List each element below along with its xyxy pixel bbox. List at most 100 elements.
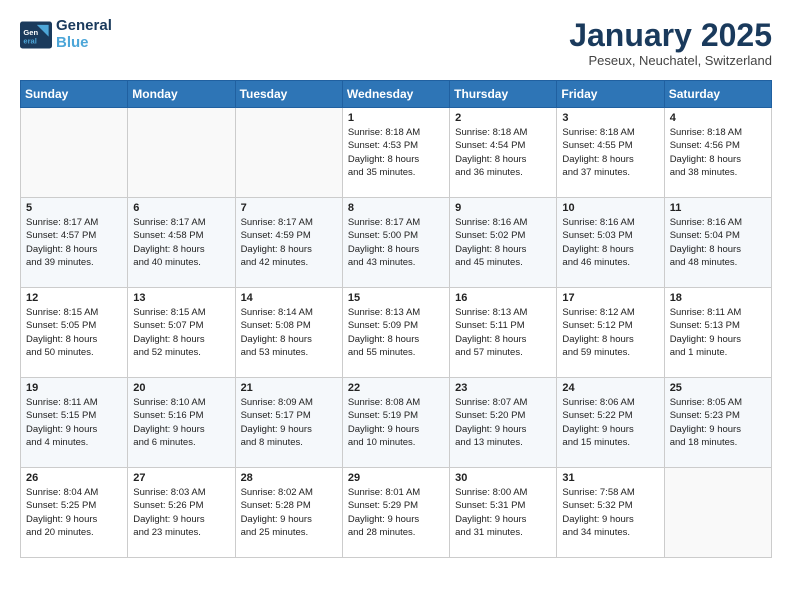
day-info: Sunrise: 8:17 AM Sunset: 5:00 PM Dayligh…	[348, 216, 444, 269]
day-cell: 22 Sunrise: 8:08 AM Sunset: 5:19 PM Dayli…	[342, 378, 449, 468]
day-cell: 28 Sunrise: 8:02 AM Sunset: 5:28 PM Dayli…	[235, 468, 342, 558]
day-number: 8	[348, 202, 444, 214]
day-cell: 20Sunrise: 8:10 AM Sunset: 5:16 PM Dayli…	[128, 378, 235, 468]
week-row-4: 19 Sunrise: 8:11 AM Sunset: 5:15 PM Dayli…	[21, 378, 772, 468]
header-row: SundayMondayTuesdayWednesdayThursdayFrid…	[21, 81, 772, 108]
day-info: Sunrise: 8:11 AM Sunset: 5:15 PM Dayligh…	[26, 396, 122, 449]
day-cell: 7 Sunrise: 8:17 AM Sunset: 4:59 PM Daylig…	[235, 198, 342, 288]
day-number: 29	[348, 472, 444, 484]
day-info: Sunrise: 8:13 AM Sunset: 5:09 PM Dayligh…	[348, 306, 444, 359]
day-info: Sunrise: 8:17 AM Sunset: 4:58 PM Dayligh…	[133, 216, 229, 269]
day-cell	[664, 468, 771, 558]
day-cell: 1Sunrise: 8:18 AM Sunset: 4:53 PM Daylig…	[342, 108, 449, 198]
day-cell: 29 Sunrise: 8:01 AM Sunset: 5:29 PM Dayli…	[342, 468, 449, 558]
day-number: 27	[133, 472, 229, 484]
day-cell	[235, 108, 342, 198]
day-number: 30	[455, 472, 551, 484]
day-number: 17	[562, 292, 658, 304]
day-cell: 4Sunrise: 8:18 AM Sunset: 4:56 PM Daylig…	[664, 108, 771, 198]
day-info: Sunrise: 8:01 AM Sunset: 5:29 PM Dayligh…	[348, 486, 444, 539]
day-info: Sunrise: 8:18 AM Sunset: 4:54 PM Dayligh…	[455, 126, 551, 179]
day-info: Sunrise: 8:17 AM Sunset: 4:57 PM Dayligh…	[26, 216, 122, 269]
day-cell: 25 Sunrise: 8:05 AM Sunset: 5:23 PM Dayli…	[664, 378, 771, 468]
logo-text: General Blue	[56, 18, 112, 51]
day-cell: 2 Sunrise: 8:18 AM Sunset: 4:54 PM Daylig…	[450, 108, 557, 198]
day-number: 12	[26, 292, 122, 304]
day-cell: 11 Sunrise: 8:16 AM Sunset: 5:04 PM Dayli…	[664, 198, 771, 288]
week-row-3: 12 Sunrise: 8:15 AM Sunset: 5:05 PM Dayli…	[21, 288, 772, 378]
location: Peseux, Neuchatel, Switzerland	[569, 53, 772, 68]
day-number: 25	[670, 382, 766, 394]
day-info: Sunrise: 8:08 AM Sunset: 5:19 PM Dayligh…	[348, 396, 444, 449]
day-number: 6	[133, 202, 229, 214]
day-cell: 15 Sunrise: 8:13 AM Sunset: 5:09 PM Dayli…	[342, 288, 449, 378]
day-info: Sunrise: 8:16 AM Sunset: 5:04 PM Dayligh…	[670, 216, 766, 269]
col-header-sunday: Sunday	[21, 81, 128, 108]
day-cell: 12 Sunrise: 8:15 AM Sunset: 5:05 PM Dayli…	[21, 288, 128, 378]
col-header-friday: Friday	[557, 81, 664, 108]
week-row-2: 5 Sunrise: 8:17 AM Sunset: 4:57 PM Daylig…	[21, 198, 772, 288]
day-info: Sunrise: 8:12 AM Sunset: 5:12 PM Dayligh…	[562, 306, 658, 359]
day-number: 5	[26, 202, 122, 214]
day-number: 28	[241, 472, 337, 484]
day-cell: 17 Sunrise: 8:12 AM Sunset: 5:12 PM Dayli…	[557, 288, 664, 378]
day-info: Sunrise: 8:18 AM Sunset: 4:53 PM Dayligh…	[348, 126, 444, 179]
day-cell: 18 Sunrise: 8:11 AM Sunset: 5:13 PM Dayli…	[664, 288, 771, 378]
day-info: Sunrise: 8:14 AM Sunset: 5:08 PM Dayligh…	[241, 306, 337, 359]
day-cell: 19 Sunrise: 8:11 AM Sunset: 5:15 PM Dayli…	[21, 378, 128, 468]
day-info: Sunrise: 8:02 AM Sunset: 5:28 PM Dayligh…	[241, 486, 337, 539]
day-info: Sunrise: 8:06 AM Sunset: 5:22 PM Dayligh…	[562, 396, 658, 449]
day-cell: 5 Sunrise: 8:17 AM Sunset: 4:57 PM Daylig…	[21, 198, 128, 288]
day-cell: 30Sunrise: 8:00 AM Sunset: 5:31 PM Dayli…	[450, 468, 557, 558]
day-number: 7	[241, 202, 337, 214]
day-number: 10	[562, 202, 658, 214]
day-cell: 9Sunrise: 8:16 AM Sunset: 5:02 PM Daylig…	[450, 198, 557, 288]
logo: Gen eral General Blue	[20, 18, 112, 51]
day-info: Sunrise: 8:18 AM Sunset: 4:55 PM Dayligh…	[562, 126, 658, 179]
day-info: Sunrise: 8:17 AM Sunset: 4:59 PM Dayligh…	[241, 216, 337, 269]
day-cell: 31Sunrise: 7:58 AM Sunset: 5:32 PM Dayli…	[557, 468, 664, 558]
day-cell	[21, 108, 128, 198]
day-number: 16	[455, 292, 551, 304]
day-number: 21	[241, 382, 337, 394]
day-info: Sunrise: 8:07 AM Sunset: 5:20 PM Dayligh…	[455, 396, 551, 449]
logo-icon: Gen eral	[20, 21, 52, 49]
day-info: Sunrise: 8:09 AM Sunset: 5:17 PM Dayligh…	[241, 396, 337, 449]
day-info: Sunrise: 8:05 AM Sunset: 5:23 PM Dayligh…	[670, 396, 766, 449]
day-cell: 14 Sunrise: 8:14 AM Sunset: 5:08 PM Dayli…	[235, 288, 342, 378]
day-info: Sunrise: 8:11 AM Sunset: 5:13 PM Dayligh…	[670, 306, 766, 359]
calendar-table: SundayMondayTuesdayWednesdayThursdayFrid…	[20, 80, 772, 558]
day-number: 15	[348, 292, 444, 304]
day-number: 2	[455, 112, 551, 124]
day-cell: 8 Sunrise: 8:17 AM Sunset: 5:00 PM Daylig…	[342, 198, 449, 288]
header: Gen eral General Blue January 2025 Peseu…	[20, 18, 772, 68]
col-header-thursday: Thursday	[450, 81, 557, 108]
day-info: Sunrise: 8:15 AM Sunset: 5:05 PM Dayligh…	[26, 306, 122, 359]
day-number: 23	[455, 382, 551, 394]
day-number: 3	[562, 112, 658, 124]
day-number: 14	[241, 292, 337, 304]
day-number: 24	[562, 382, 658, 394]
day-cell: 24 Sunrise: 8:06 AM Sunset: 5:22 PM Dayli…	[557, 378, 664, 468]
day-cell: 6 Sunrise: 8:17 AM Sunset: 4:58 PM Daylig…	[128, 198, 235, 288]
month-title: January 2025	[569, 18, 772, 53]
col-header-saturday: Saturday	[664, 81, 771, 108]
svg-text:eral: eral	[23, 36, 36, 45]
day-info: Sunrise: 8:18 AM Sunset: 4:56 PM Dayligh…	[670, 126, 766, 179]
day-cell: 3 Sunrise: 8:18 AM Sunset: 4:55 PM Daylig…	[557, 108, 664, 198]
day-info: Sunrise: 8:03 AM Sunset: 5:26 PM Dayligh…	[133, 486, 229, 539]
day-cell: 26Sunrise: 8:04 AM Sunset: 5:25 PM Dayli…	[21, 468, 128, 558]
page: Gen eral General Blue January 2025 Peseu…	[0, 0, 792, 576]
day-cell: 23 Sunrise: 8:07 AM Sunset: 5:20 PM Dayli…	[450, 378, 557, 468]
day-number: 13	[133, 292, 229, 304]
day-number: 22	[348, 382, 444, 394]
day-info: Sunrise: 8:16 AM Sunset: 5:03 PM Dayligh…	[562, 216, 658, 269]
day-number: 9	[455, 202, 551, 214]
day-number: 18	[670, 292, 766, 304]
day-info: Sunrise: 8:15 AM Sunset: 5:07 PM Dayligh…	[133, 306, 229, 359]
day-number: 19	[26, 382, 122, 394]
day-cell: 16Sunrise: 8:13 AM Sunset: 5:11 PM Dayli…	[450, 288, 557, 378]
day-number: 11	[670, 202, 766, 214]
day-cell: 10 Sunrise: 8:16 AM Sunset: 5:03 PM Dayli…	[557, 198, 664, 288]
col-header-wednesday: Wednesday	[342, 81, 449, 108]
